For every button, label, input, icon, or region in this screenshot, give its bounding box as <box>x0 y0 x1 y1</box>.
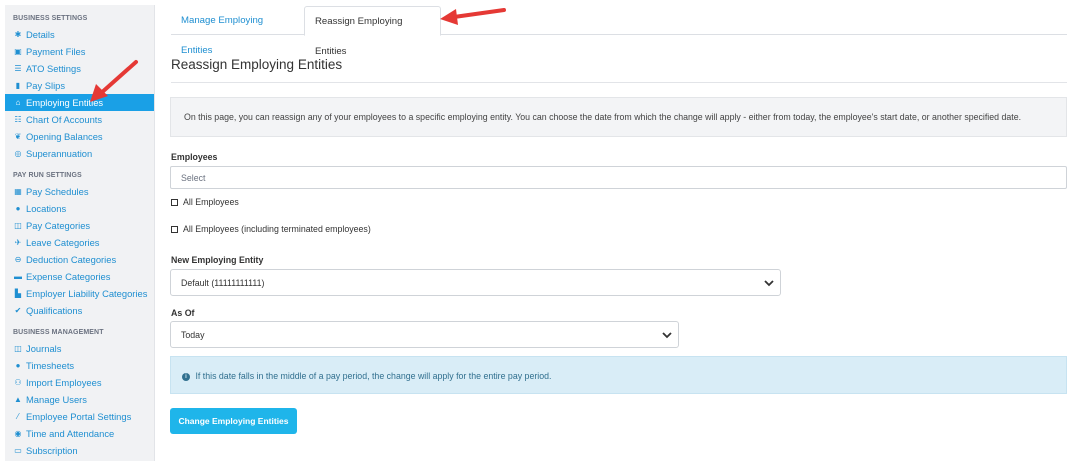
info-alert: i If this date falls in the middle of a … <box>170 356 1067 394</box>
sidebar-item-timesheets[interactable]: ● Timesheets <box>5 357 154 374</box>
chevron-down-icon <box>763 270 775 296</box>
sidebar: BUSINESS SETTINGS ✱ Details ▣ Payment Fi… <box>5 5 155 461</box>
sidebar-item-label: Employee Portal Settings <box>26 411 132 422</box>
sidebar-section-title: BUSINESS MANAGEMENT <box>13 329 104 336</box>
chart-icon: ▙ <box>14 289 22 298</box>
list-icon: ☷ <box>14 115 22 124</box>
sidebar-item-time-and-attendance[interactable]: ◉ Time and Attendance <box>5 425 154 442</box>
new-employing-entity-label: New Employing Entity <box>171 255 264 265</box>
change-employing-entities-button[interactable]: Change Employing Entities <box>170 408 297 434</box>
sidebar-item-qualifications[interactable]: ✔ Qualifications <box>5 302 154 319</box>
sidebar-item-leave-categories[interactable]: ✈ Leave Categories <box>5 234 154 251</box>
all-employees-label: All Employees <box>183 197 239 207</box>
sidebar-item-employee-portal-settings[interactable]: ⁄ Employee Portal Settings <box>5 408 154 425</box>
sidebar-item-label: Import Employees <box>26 377 102 388</box>
sidebar-item-label: Opening Balances <box>26 131 103 142</box>
sidebar-item-details[interactable]: ✱ Details <box>5 26 154 43</box>
sidebar-item-expense-categories[interactable]: ▬ Expense Categories <box>5 268 154 285</box>
sidebar-item-label: Timesheets <box>26 360 75 371</box>
info-icon: i <box>182 372 190 381</box>
all-employees-terminated-option[interactable]: All Employees (including terminated empl… <box>171 224 371 234</box>
page-title: Reassign Employing Entities <box>171 57 343 72</box>
sidebar-item-opening-balances[interactable]: ❦ Opening Balances <box>5 128 154 145</box>
sidebar-item-journals[interactable]: ◫ Journals <box>5 340 154 357</box>
as-of-value: Today <box>181 330 205 340</box>
chevron-down-icon <box>661 322 673 348</box>
sidebar-item-employer-liability-categories[interactable]: ▙ Employer Liability Categories <box>5 285 154 302</box>
sidebar-item-manage-users[interactable]: ▲ Manage Users <box>5 391 154 408</box>
sidebar-item-label: Pay Categories <box>26 220 91 231</box>
money-icon: ◫ <box>14 221 22 230</box>
sidebar-item-label: Chart Of Accounts <box>26 114 103 125</box>
archive-icon: ▬ <box>14 272 22 281</box>
sidebar-item-ato-settings[interactable]: ☰ ATO Settings <box>5 60 154 77</box>
leaf-icon: ❦ <box>14 132 22 141</box>
new-employing-entity-select[interactable]: Default (11111111111) <box>170 269 781 296</box>
all-employees-option[interactable]: All Employees <box>171 197 239 207</box>
sidebar-item-label: Leave Categories <box>26 237 100 248</box>
sidebar-item-subscription[interactable]: ▭ Subscription <box>5 442 154 459</box>
sidebar-item-payment-files[interactable]: ▣ Payment Files <box>5 43 154 60</box>
card-icon: ▭ <box>14 446 22 455</box>
globe-icon: ● <box>15 204 21 213</box>
employees-select-input[interactable]: Select <box>170 166 1067 189</box>
sidebar-item-label: Subscription <box>26 445 78 456</box>
users-icon: ⚇ <box>14 378 22 387</box>
sidebar-item-label: Employer Liability Categories <box>26 288 148 299</box>
file-icon: ▮ <box>15 81 21 90</box>
sidebar-item-label: ATO Settings <box>26 63 81 74</box>
sidebar-section-title: BUSINESS SETTINGS <box>13 15 88 22</box>
sidebar-item-pay-schedules[interactable]: ▦ Pay Schedules <box>5 183 154 200</box>
all-employees-checkbox[interactable] <box>171 198 178 206</box>
bank-icon: ⌂ <box>15 98 21 107</box>
sidebar-item-label: Payment Files <box>26 46 86 57</box>
as-of-select[interactable]: Today <box>170 321 679 348</box>
sidebar-item-chart-of-accounts[interactable]: ☷ Chart Of Accounts <box>5 111 154 128</box>
employees-label: Employees <box>171 152 218 162</box>
alert-text: If this date falls in the middle of a pa… <box>195 371 552 381</box>
sidebar-item-pay-categories[interactable]: ◫ Pay Categories <box>5 217 154 234</box>
new-employing-entity-value: Default (11111111111) <box>181 278 265 288</box>
clock-icon: ● <box>15 361 21 370</box>
minus-circle-icon: ⊖ <box>14 255 22 264</box>
info-box: On this page, you can reassign any of yo… <box>170 97 1067 137</box>
sidebar-item-import-employees[interactable]: ⚇ Import Employees <box>5 374 154 391</box>
check-icon: ✔ <box>14 306 22 315</box>
sidebar-item-label: Time and Attendance <box>26 428 115 439</box>
all-employees-terminated-checkbox[interactable] <box>171 225 178 233</box>
as-of-label: As Of <box>171 308 195 318</box>
lifebuoy-icon: ◎ <box>14 149 22 158</box>
lock-icon: ▲ <box>14 395 22 404</box>
sidebar-item-label: Manage Users <box>26 394 87 405</box>
sidebar-item-locations[interactable]: ● Locations <box>5 200 154 217</box>
calendar-icon: ▦ <box>14 187 22 196</box>
sidebar-item-deduction-categories[interactable]: ⊖ Deduction Categories <box>5 251 154 268</box>
tab-reassign-employing-entities[interactable]: Reassign Employing Entities <box>304 6 441 57</box>
tab-bar: Manage Employing Entities Reassign Emplo… <box>171 5 1067 57</box>
gear-icon: ✱ <box>14 30 22 39</box>
sidebar-item-superannuation[interactable]: ◎ Superannuation <box>5 145 154 162</box>
sliders-icon: ☰ <box>14 64 22 73</box>
sidebar-item-label: Qualifications <box>26 305 83 316</box>
sidebar-item-label: Superannuation <box>26 148 93 159</box>
sidebar-item-pay-slips[interactable]: ▮ Pay Slips <box>5 77 154 94</box>
sidebar-item-label: Deduction Categories <box>26 254 117 265</box>
all-employees-terminated-label: All Employees (including terminated empl… <box>183 224 371 234</box>
save-icon: ▣ <box>14 47 22 56</box>
sidebar-item-label: Pay Slips <box>26 80 66 91</box>
plane-icon: ✈ <box>14 238 22 247</box>
sidebar-item-label: Expense Categories <box>26 271 111 282</box>
sidebar-item-employing-entities[interactable]: ⌂ Employing Entities <box>5 94 154 111</box>
sidebar-item-label: Employing Entities <box>26 97 104 108</box>
columns-icon: ◫ <box>14 344 22 353</box>
magic-icon: ⁄ <box>17 412 19 421</box>
sidebar-item-label: Journals <box>26 343 62 354</box>
sidebar-item-label: Locations <box>26 203 67 214</box>
tab-manage-employing-entities[interactable]: Manage Employing Entities <box>171 6 303 56</box>
sidebar-item-label: Pay Schedules <box>26 186 89 197</box>
clock-user-icon: ◉ <box>14 429 22 438</box>
sidebar-section-title: PAY RUN SETTINGS <box>13 172 82 179</box>
divider <box>171 82 1067 83</box>
sidebar-item-label: Details <box>26 29 55 40</box>
